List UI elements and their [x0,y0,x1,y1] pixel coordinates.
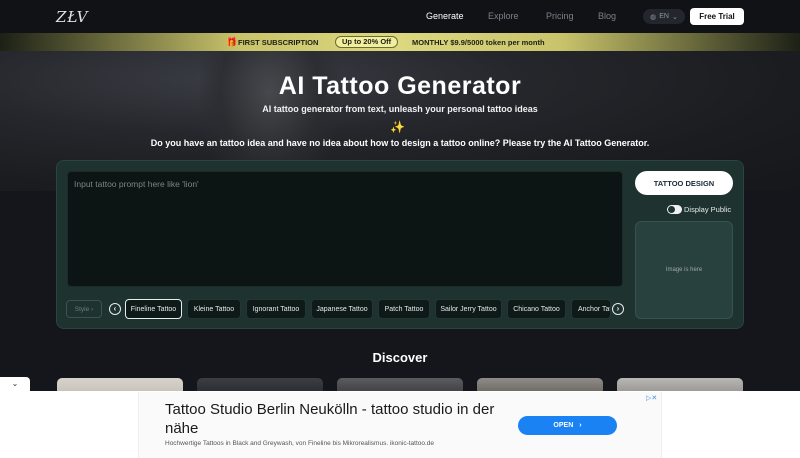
style-chip-chicano[interactable]: Chicano Tattoo [507,299,566,319]
style-button[interactable]: Style › [66,300,102,318]
style-chip-ignorant[interactable]: Ignorant Tattoo [246,299,306,319]
free-trial-button[interactable]: Free Trial [690,8,744,25]
ad-choices-icon[interactable]: ▷✕ [646,394,657,402]
nav-link-explore[interactable]: Explore [488,11,546,21]
style-chip-patch[interactable]: Patch Tattoo [378,299,430,319]
discover-thumbnail[interactable] [197,378,323,392]
page-subtitle: AI tattoo generator from text, unleash y… [262,104,538,114]
scroll-left-icon[interactable]: ‹ [109,303,121,315]
style-chip-anchor[interactable]: Anchor Tattoo [571,299,611,319]
display-public-label: Display Public [684,205,732,214]
promo-discount-badge: Up to 20% Off [335,36,399,48]
sparkle-icon: ✨ [390,120,405,134]
ad-open-button[interactable]: OPEN › [518,416,617,435]
ad-collapse-icon[interactable]: ⌄ [0,377,30,391]
hero-question: Do you have an tattoo idea and have no i… [150,138,650,148]
style-chip-japanese[interactable]: Japanese Tattoo [311,299,373,319]
ad-description: Hochwertige Tattoos in Black and Greywas… [165,440,435,447]
discover-thumbnail[interactable] [617,378,743,392]
nav-links: Generate Explore Pricing Blog [426,11,638,21]
image-preview: Image is here [635,221,733,319]
discover-thumbnail[interactable] [57,378,183,392]
style-chip-fineline[interactable]: Fineline Tattoo [125,299,182,319]
ad-title[interactable]: Tattoo Studio Berlin Neukölln - tattoo s… [165,400,505,438]
promo-first-subscription: FIRST SUBSCRIPTION [238,38,319,47]
globe-icon: ◍ [650,13,657,21]
discover-heading: Discover [372,350,428,365]
display-public-toggle[interactable] [667,205,682,214]
chevron-right-icon: › [91,305,94,313]
promo-banner[interactable]: 🎁 FIRST SUBSCRIPTION Up to 20% Off MONTH… [0,33,800,51]
nav-link-generate[interactable]: Generate [426,11,488,21]
image-placeholder-text: Image is here [665,267,703,273]
top-nav: ZŁV Generate Explore Pricing Blog ◍ EN ⌄… [0,0,800,33]
nav-link-blog[interactable]: Blog [598,11,638,21]
discover-thumbnail[interactable] [477,378,603,392]
nav-link-pricing[interactable]: Pricing [546,11,598,21]
style-chip-sailor-jerry[interactable]: Sailor Jerry Tattoo [435,299,502,319]
scroll-right-icon[interactable]: › [612,303,624,315]
style-chip-kleine[interactable]: Kleine Tattoo [187,299,241,319]
chevron-right-icon: › [579,422,582,429]
discover-thumbnail[interactable] [337,378,463,392]
tattoo-design-button[interactable]: TATTOO DESIGN [635,171,733,195]
gift-icon: 🎁 [226,37,238,47]
site-logo[interactable]: ZŁV [56,8,89,26]
language-label: EN [659,13,669,20]
promo-monthly-offer: MONTHLY $9.9/5000 token per month [412,38,545,47]
page-title: AI Tattoo Generator [278,72,522,100]
chevron-down-icon: ⌄ [671,13,678,21]
style-label: Style [74,305,90,313]
ad-open-label: OPEN [553,422,574,429]
prompt-placeholder: Input tattoo prompt here like 'lion' [74,179,199,189]
language-selector[interactable]: ◍ EN ⌄ [643,9,685,24]
